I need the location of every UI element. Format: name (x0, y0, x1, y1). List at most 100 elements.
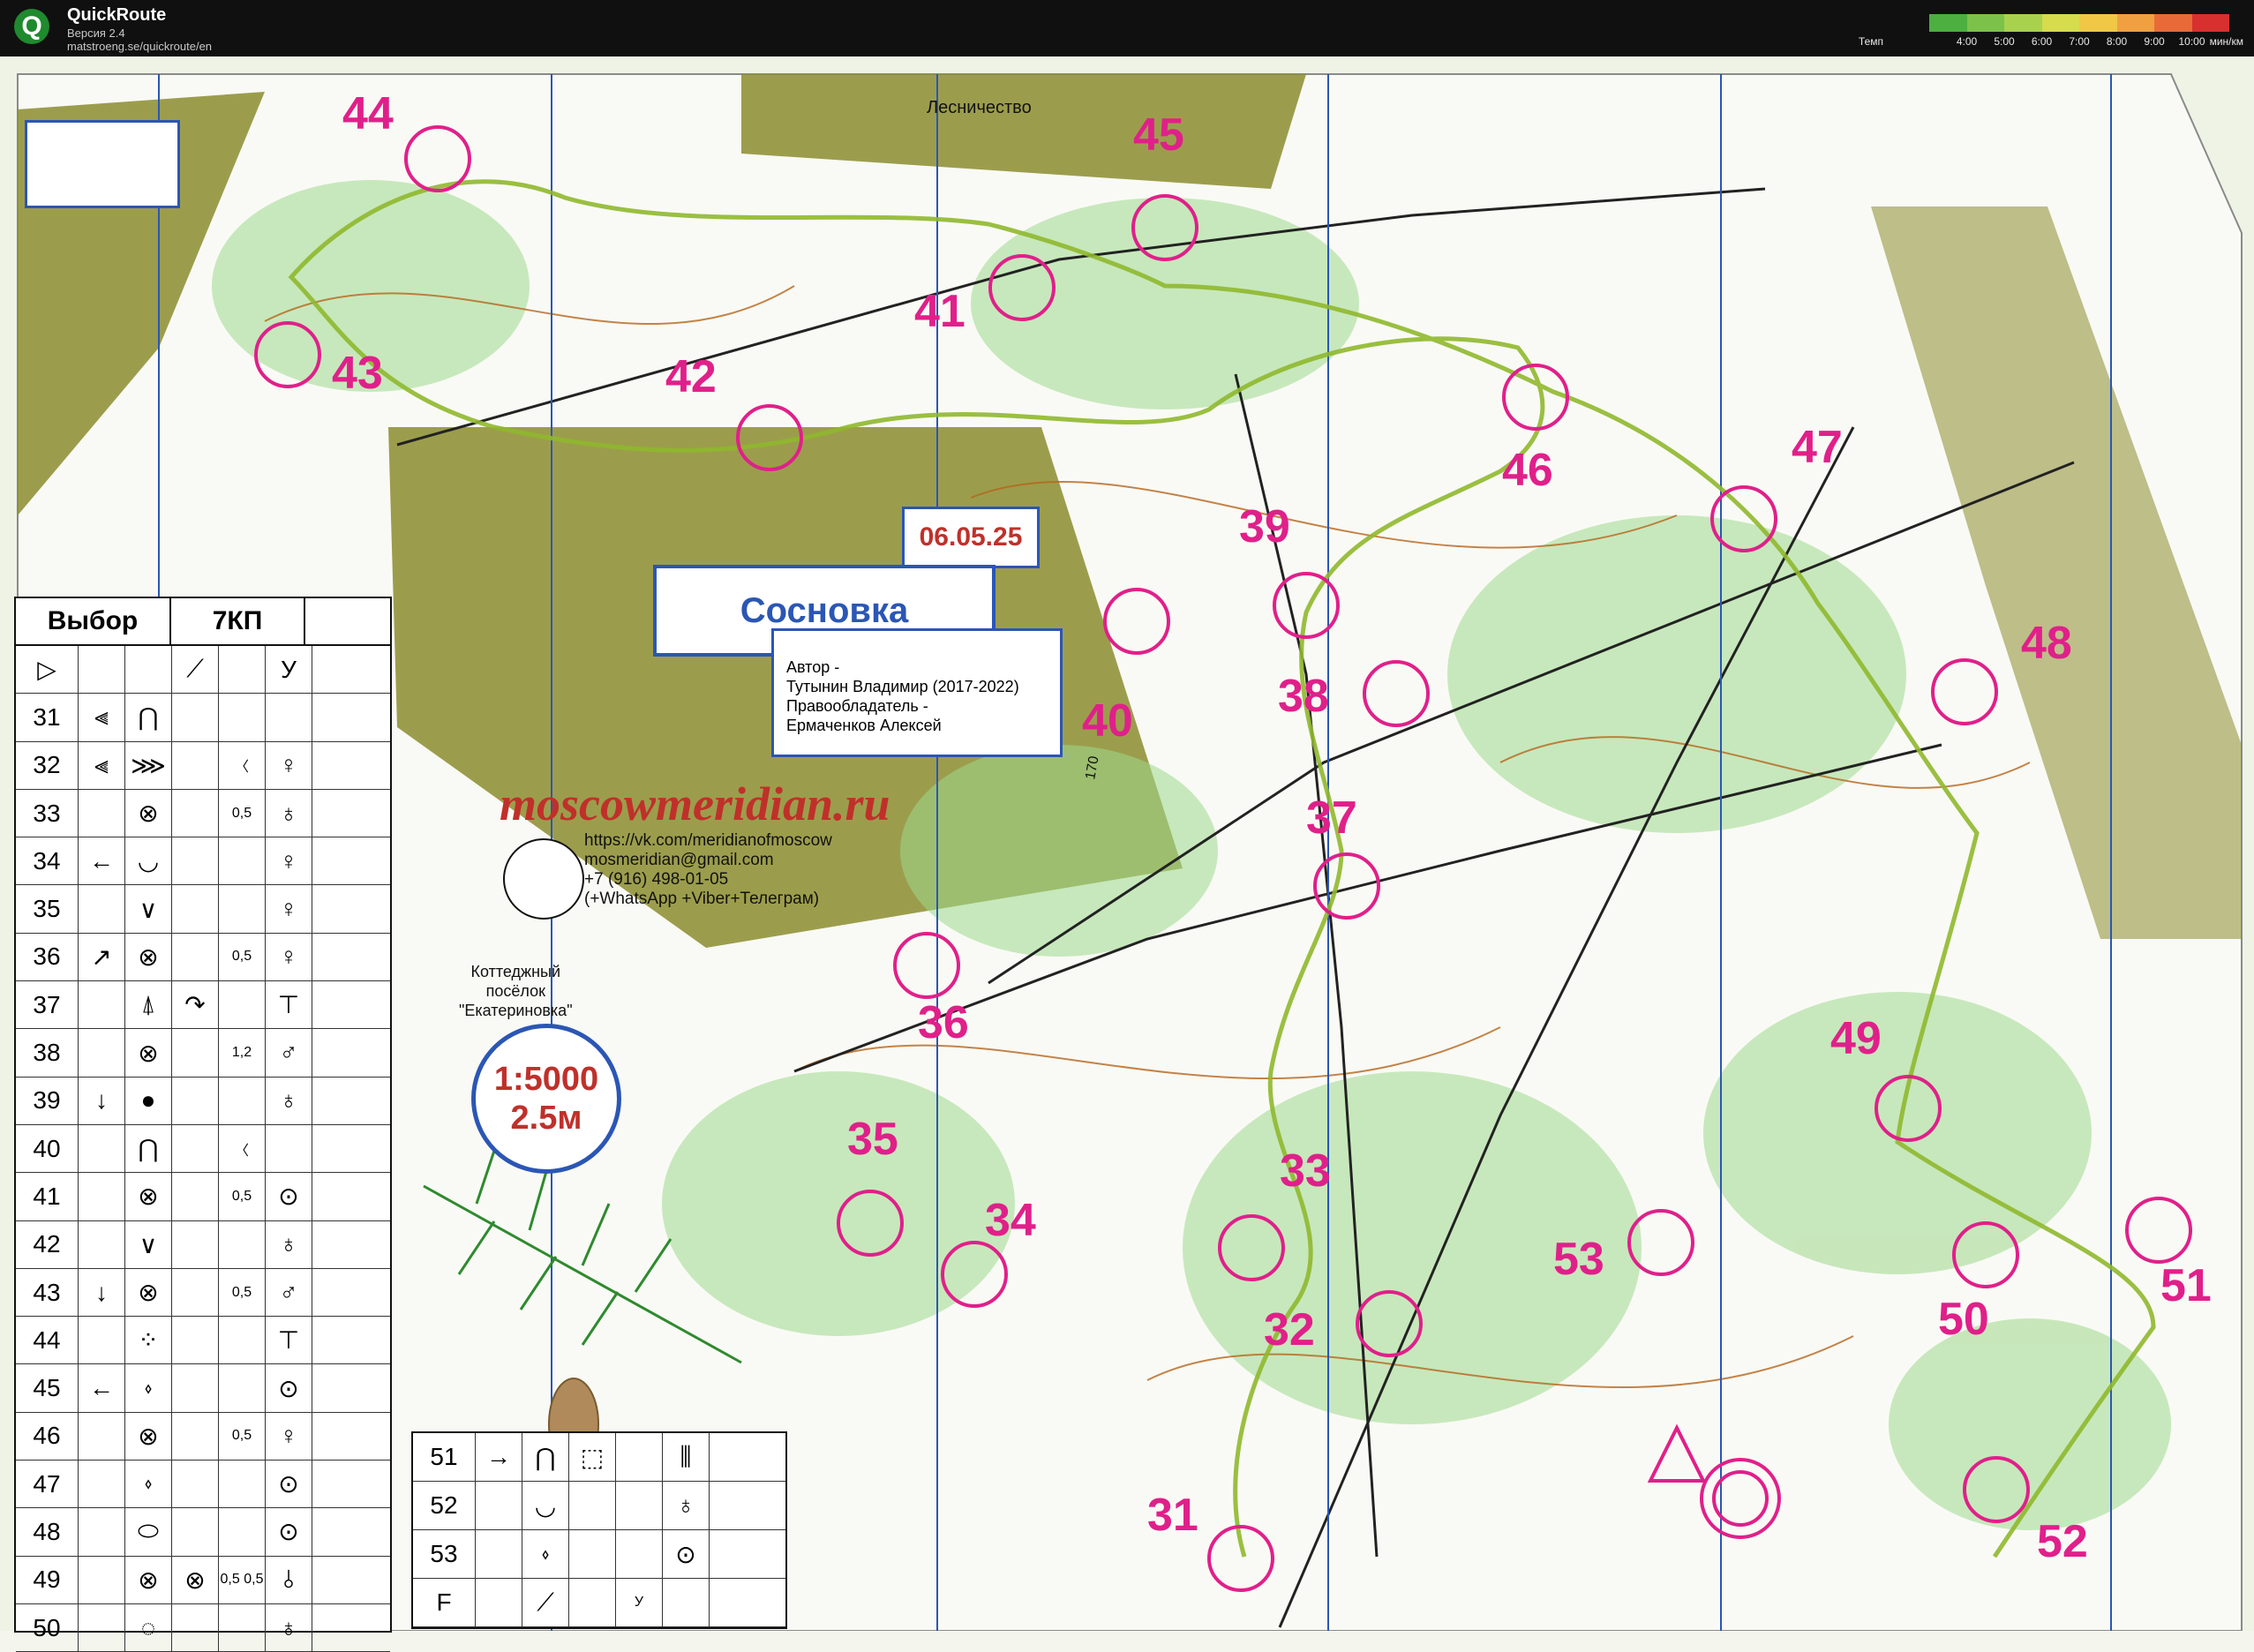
control-number-39: 39 (1239, 501, 1290, 552)
description-symbol-cell: У (616, 1579, 663, 1626)
description-symbol-cell: ♂ (266, 1268, 312, 1317)
control-code-cell: 48 (16, 1508, 79, 1556)
control-code-cell: 43 (16, 1268, 79, 1317)
description-symbol-cell: ⊙ (266, 1173, 312, 1220)
description-row: 46 ⊗ 0,5 ♀ (16, 1412, 390, 1461)
description-symbol-cell (172, 1364, 219, 1412)
description-row: 45 ← ⬫ ⊙ (16, 1364, 390, 1413)
control-number-32: 32 (1264, 1304, 1315, 1355)
description-symbol-cell: ◌ (125, 1603, 172, 1652)
description-symbol-cell: ↓ (79, 1268, 125, 1317)
description-symbol-cell: ♀ (266, 1412, 312, 1461)
blank-label-box (25, 120, 180, 208)
description-symbol-cell: 0,5 (219, 1268, 266, 1317)
description-symbol-cell (312, 1508, 357, 1555)
description-symbol-cell: ∨ (125, 1220, 172, 1268)
description-table-header: Выбор 7КП (16, 598, 390, 646)
description-symbol-cell: ∨ (125, 885, 172, 933)
description-symbol-cell: ⊗ (125, 1412, 172, 1461)
description-symbol-cell (312, 694, 357, 740)
control-number-34: 34 (985, 1195, 1036, 1246)
description-symbol-cell (312, 646, 357, 693)
description-symbol-cell (616, 1433, 663, 1481)
pace-legend: 4:00 5:00 6:00 7:00 8:00 9:00 10:00 (1929, 14, 2229, 48)
description-symbol-cell: ⬫ (125, 1461, 172, 1508)
control-number-44: 44 (342, 88, 394, 139)
description-symbol-cell (172, 789, 219, 837)
description-symbol-cell (476, 1579, 522, 1626)
control-number-33: 33 (1280, 1145, 1331, 1197)
description-symbol-cell: ⫰ (266, 1556, 312, 1603)
description-symbol-cell: ⋂ (522, 1433, 569, 1481)
description-row: 34 ← ◡ ♀ (16, 837, 390, 886)
description-symbol-cell: ♀ (266, 741, 312, 789)
pace-color-swatch (1929, 14, 1967, 32)
control-number-45: 45 (1133, 109, 1184, 161)
control-number-38: 38 (1278, 671, 1329, 722)
description-symbol-cell (219, 981, 266, 1029)
description-row: 33 ⊗ 0,5 ♁ (16, 789, 390, 838)
map-author-box: Автор - Тутынин Владимир (2017-2022) Пра… (771, 628, 1063, 757)
description-symbol-cell (79, 1556, 125, 1603)
control-number-53: 53 (1553, 1234, 1604, 1285)
description-symbol-cell: ↓ (79, 1077, 125, 1124)
description-symbol-cell (266, 694, 312, 741)
description-row: 36 ↗ ⊗ 0,5 ♀ (16, 933, 390, 982)
village-line: Коттеджный (470, 963, 561, 980)
description-row: 52 ◡ ♁ (413, 1482, 785, 1530)
description-symbol-cell (172, 1029, 219, 1077)
control-number-52: 52 (2037, 1516, 2088, 1567)
description-symbol-cell (266, 1124, 312, 1173)
description-symbol-cell (616, 1482, 663, 1529)
description-symbol-cell: 0,5 (219, 1412, 266, 1461)
description-symbol-cell (79, 646, 125, 694)
description-symbol-cell: ⊗ (125, 1556, 172, 1603)
description-symbol-cell (79, 1508, 125, 1556)
control-description-table-2: 51 → ⋂ ⬚ ⫼ 52 ◡ ♁ 53 ⬫ ⊙ F ⟋ У (411, 1431, 787, 1629)
control-number-49: 49 (1830, 1013, 1882, 1064)
control-number-48: 48 (2021, 618, 2072, 669)
control-code-cell: 35 (16, 885, 79, 933)
app-url[interactable]: matstroeng.se/quickroute/en (67, 40, 212, 53)
description-symbol-cell (172, 1268, 219, 1317)
description-symbol-cell (172, 741, 219, 789)
control-code-cell: 45 (16, 1364, 79, 1412)
description-symbol-cell (219, 1220, 266, 1268)
description-symbol-cell: ♁ (266, 789, 312, 837)
description-symbol-cell (312, 1078, 357, 1124)
description-symbol-cell: ♀ (266, 837, 312, 885)
description-symbol-cell (219, 885, 266, 933)
control-code-cell: 39 (16, 1077, 79, 1124)
description-row: 41 ⊗ 0,5 ⊙ (16, 1173, 390, 1221)
description-symbol-cell (79, 885, 125, 933)
title-bar: Q QuickRoute Версия 2.4 matstroeng.se/qu… (0, 0, 2254, 56)
description-symbol-cell (79, 1461, 125, 1508)
control-code-cell: 33 (16, 789, 79, 837)
description-symbol-cell (219, 837, 266, 885)
author-line: Тутынин Владимир (2017-2022) (786, 678, 1019, 695)
description-symbol-cell: ↗ (79, 933, 125, 981)
description-symbol-cell: 0,5 (219, 789, 266, 837)
pace-color-swatch (2004, 14, 2042, 32)
description-symbol-cell: ⊤ (266, 1317, 312, 1364)
scale-badge: 1:5000 2.5м (471, 1024, 621, 1174)
description-row: 32 ⫷ ⋙ 〈 ♀ (16, 741, 390, 790)
description-symbol-cell: У (266, 646, 312, 694)
pace-legend-unit: мин/км (2209, 35, 2243, 48)
control-code-cell: 34 (16, 837, 79, 885)
description-row: 44 ⁘ ⊤ (16, 1317, 390, 1365)
description-symbol-cell (79, 1603, 125, 1652)
description-row: F ⟋ У (413, 1579, 785, 1627)
description-symbol-cell: 0,5 0,5 (219, 1556, 266, 1603)
description-symbol-cell (79, 1173, 125, 1220)
pace-color-swatch (2079, 14, 2117, 32)
description-row: 40 ⋂ 〈 (16, 1124, 390, 1174)
description-symbol-cell (312, 1269, 357, 1316)
description-row: 47 ⬫ ⊙ (16, 1461, 390, 1509)
contact-line: (+WhatsApp +Viber+Телеграм) (584, 890, 820, 908)
contact-line: mosmeridian@gmail.com (584, 851, 774, 869)
description-row: 53 ⬫ ⊙ (413, 1530, 785, 1579)
description-symbol-cell (663, 1579, 710, 1626)
description-symbol-cell (172, 1412, 219, 1461)
description-symbol-cell (312, 742, 357, 789)
